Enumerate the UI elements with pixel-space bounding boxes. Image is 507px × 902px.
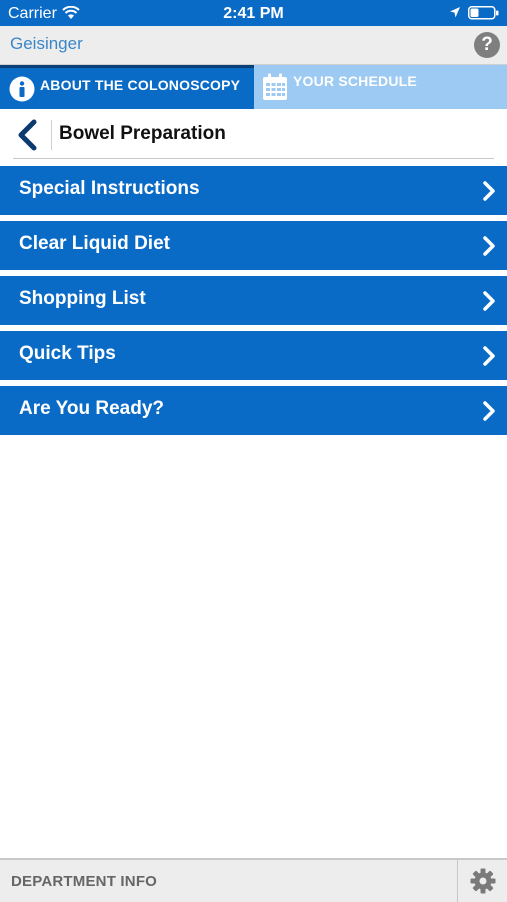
chevron-right-icon [483, 236, 495, 256]
menu-item-label: Quick Tips [19, 343, 116, 364]
header-divider [51, 120, 52, 150]
chevron-right-icon [483, 181, 495, 201]
section-header: Bowel Preparation [0, 110, 507, 160]
chevron-right-icon [483, 401, 495, 421]
menu-item-label: Special Instructions [19, 178, 200, 199]
menu-item-label: Are You Ready? [19, 398, 165, 419]
page-title: Bowel Preparation [59, 123, 226, 144]
menu-item-label: Clear Liquid Diet [19, 233, 170, 254]
footer-divider [457, 860, 458, 902]
chevron-right-icon [483, 291, 495, 311]
menu-item-are-you-ready[interactable]: Are You Ready? [0, 386, 507, 435]
status-bar: Carrier 2:41 PM [0, 0, 507, 26]
app-header: Geisinger ? [0, 26, 507, 65]
battery-icon [468, 6, 499, 20]
gear-icon[interactable] [470, 868, 496, 894]
status-time: 2:41 PM [223, 5, 284, 22]
menu-item-clear-liquid-diet[interactable]: Clear Liquid Diet [0, 221, 507, 270]
footer-bar: DEPARTMENT INFO [0, 858, 507, 902]
help-button[interactable]: ? [474, 32, 500, 58]
menu-list: Special Instructions Clear Liquid Diet S… [0, 166, 507, 441]
department-info-button[interactable]: DEPARTMENT INFO [11, 873, 157, 890]
menu-item-shopping-list[interactable]: Shopping List [0, 276, 507, 325]
menu-item-label: Shopping List [19, 288, 146, 309]
menu-item-special-instructions[interactable]: Special Instructions [0, 166, 507, 215]
brand-logo: Geisinger [10, 34, 83, 53]
tab-your-schedule[interactable]: YOUR SCHEDULE [254, 65, 507, 109]
info-icon [9, 76, 35, 102]
back-chevron-icon[interactable] [12, 118, 44, 152]
chevron-right-icon [483, 346, 495, 366]
location-arrow-icon [450, 7, 460, 18]
tab-about-the-colonoscopy[interactable]: ABOUT THE COLONOSCOPY [0, 65, 254, 109]
header-underline [13, 158, 494, 159]
tab-about-label: ABOUT THE COLONOSCOPY [40, 77, 241, 93]
tab-schedule-label: YOUR SCHEDULE [293, 73, 417, 89]
calendar-icon [263, 73, 287, 100]
tab-bar: ABOUT THE COLONOSCOPY YOUR SCHEDULE [0, 65, 507, 109]
menu-item-quick-tips[interactable]: Quick Tips [0, 331, 507, 380]
